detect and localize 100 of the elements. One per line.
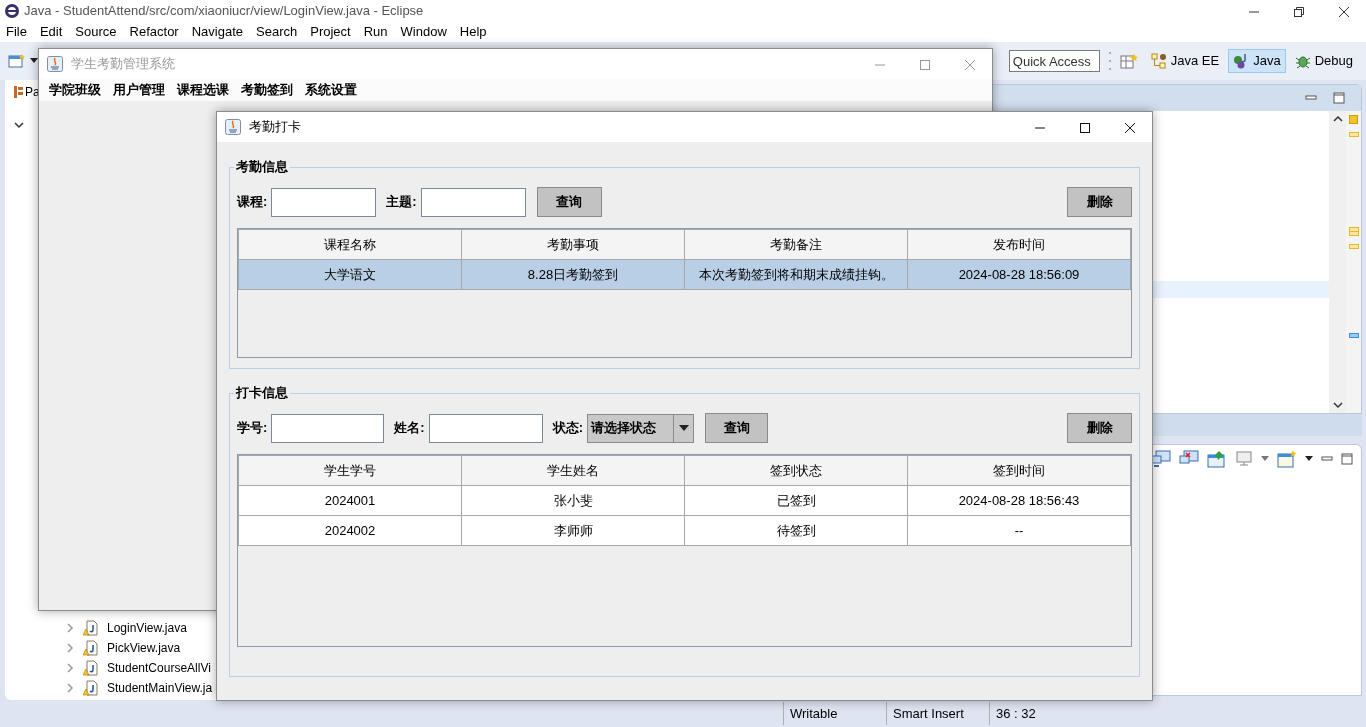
close-icon	[1337, 5, 1350, 18]
file-name[interactable]: LoginView.java	[107, 619, 187, 637]
table-cell: 2024-08-28 18:56:43	[907, 485, 1131, 516]
delete-button[interactable]: 删除	[1067, 413, 1132, 443]
java-file-icon	[83, 640, 99, 656]
maximize-icon	[1078, 121, 1091, 134]
warning-marker-icon	[1349, 115, 1358, 124]
perspective-button[interactable]: Java EE	[1145, 49, 1225, 73]
table-row[interactable]: 2024002 李师师 待签到 --	[238, 515, 1131, 546]
menu-item[interactable]: Search	[250, 22, 305, 42]
open-perspective-icon[interactable]	[1119, 53, 1138, 69]
vertical-scrollbar[interactable]	[1329, 111, 1346, 413]
restore-icon	[1292, 5, 1305, 18]
menu-item[interactable]: Navigate	[185, 22, 250, 42]
display-icon[interactable]	[1235, 450, 1253, 468]
column-header[interactable]: 签到状态	[684, 455, 908, 486]
collapse-chevron-icon[interactable]	[65, 622, 75, 634]
column-header[interactable]: 发布时间	[907, 229, 1131, 260]
input-field[interactable]	[271, 187, 377, 217]
file-name[interactable]: StudentCourseAllVi	[107, 659, 211, 677]
file-name[interactable]: PickView.java	[107, 639, 181, 657]
close-icon	[1123, 121, 1136, 134]
query-button[interactable]: 查询	[536, 187, 602, 217]
minimize-icon[interactable]	[1321, 454, 1333, 464]
window-title: 考勤打卡	[249, 118, 301, 137]
table-cell: 2024002	[238, 515, 462, 546]
column-header[interactable]: 考勤事项	[461, 229, 685, 260]
menu-item[interactable]: Source	[69, 22, 124, 42]
menu-item[interactable]: Window	[394, 22, 454, 42]
menu-item[interactable]: 课程选课	[171, 80, 235, 100]
bug-icon	[1294, 53, 1311, 69]
table-cell: 8.28日考勤签到	[461, 259, 685, 290]
perspective-button[interactable]: Debug	[1289, 49, 1358, 73]
hierarchy-icon	[1150, 53, 1167, 69]
dropdown-arrow-icon	[678, 425, 689, 431]
menu-item[interactable]: Help	[453, 22, 494, 42]
field-label: 姓名:	[394, 419, 425, 438]
collapse-chevron-icon[interactable]	[65, 642, 75, 654]
group-title: 打卡信息	[234, 385, 289, 401]
new-window-icon[interactable]	[1277, 450, 1297, 468]
collapse-chevron-icon[interactable]	[65, 662, 75, 674]
group-title: 考勤信息	[235, 159, 289, 175]
menu-item[interactable]: 考勤签到	[235, 80, 299, 100]
java-app-icon	[225, 119, 241, 135]
menu-item[interactable]: Project	[304, 22, 358, 42]
java-file-icon	[83, 660, 99, 676]
collapse-chevron-icon[interactable]	[65, 682, 75, 694]
table-cell: 大学语文	[238, 259, 462, 290]
table-row[interactable]: 2024001 张小斐 已签到 2024-08-28 18:56:43	[238, 485, 1131, 516]
package-icon	[13, 85, 23, 99]
close-icon	[963, 58, 976, 71]
table-cell: 本次考勤签到将和期末成绩挂钩。	[684, 259, 908, 290]
delete-button[interactable]: 删除	[1067, 187, 1132, 217]
field-label: 课程:	[237, 193, 268, 212]
warning-marker-icon	[1348, 132, 1359, 137]
field-label: 状态:	[552, 419, 584, 438]
caret-icon[interactable]	[1305, 456, 1313, 462]
menu-item[interactable]: Run	[357, 22, 395, 42]
perspective-button[interactable]: Java	[1228, 49, 1286, 73]
column-header[interactable]: 学生学号	[238, 455, 462, 486]
console-icon[interactable]	[1151, 450, 1171, 468]
caret-icon[interactable]	[30, 58, 38, 64]
menu-item[interactable]: 用户管理	[107, 80, 171, 100]
quick-access-field[interactable]: Quick Access	[1008, 50, 1100, 72]
table-cell: 2024001	[238, 485, 462, 516]
input-field[interactable]	[428, 413, 543, 443]
field-label: 学号:	[237, 419, 268, 438]
column-header[interactable]: 学生姓名	[461, 455, 685, 486]
input-field[interactable]	[420, 187, 526, 217]
expand-chevron-icon[interactable]	[13, 120, 25, 130]
java-file-icon	[83, 620, 99, 636]
java-app-icon	[47, 56, 63, 72]
minimize-icon[interactable]	[1305, 93, 1317, 103]
file-name[interactable]: StudentMainView.ja	[107, 679, 213, 697]
field-label: 主题:	[386, 193, 417, 212]
maximize-icon[interactable]	[1341, 453, 1353, 465]
query-button[interactable]: 查询	[705, 413, 769, 443]
window-title: Java - StudentAttend/src/com/xiaoniucr/view/LoginView.java - Eclipse	[24, 2, 424, 21]
info-marker-icon	[1348, 333, 1359, 338]
table-cell: --	[907, 515, 1131, 546]
menu-item[interactable]: File	[0, 22, 34, 42]
column-header[interactable]: 课程名称	[238, 229, 462, 260]
input-field[interactable]	[271, 413, 385, 443]
window-title: 学生考勤管理系统	[71, 55, 175, 74]
scroll-up-icon[interactable]	[1332, 115, 1343, 122]
table-cell: 待签到	[684, 515, 908, 546]
column-header[interactable]: 签到时间	[907, 455, 1131, 486]
status-dropdown[interactable]: 请选择状态	[587, 413, 695, 443]
menu-item[interactable]: Edit	[33, 22, 70, 42]
table-cell: 李师师	[461, 515, 685, 546]
eclipse-icon	[4, 3, 20, 19]
menu-item[interactable]: 学院班级	[43, 80, 107, 100]
column-header[interactable]: 考勤备注	[684, 229, 908, 260]
menu-item[interactable]: 系统设置	[299, 80, 363, 100]
table-row[interactable]: 大学语文 8.28日考勤签到 本次考勤签到将和期末成绩挂钩。 2024-08-28 18:56:09	[238, 259, 1131, 290]
table-cell: 张小斐	[461, 485, 685, 516]
menu-item[interactable]: Refactor	[123, 22, 186, 42]
pin-icon[interactable]	[1207, 450, 1227, 468]
scroll-down-icon[interactable]	[1332, 402, 1343, 409]
maximize-icon[interactable]	[1333, 92, 1345, 104]
